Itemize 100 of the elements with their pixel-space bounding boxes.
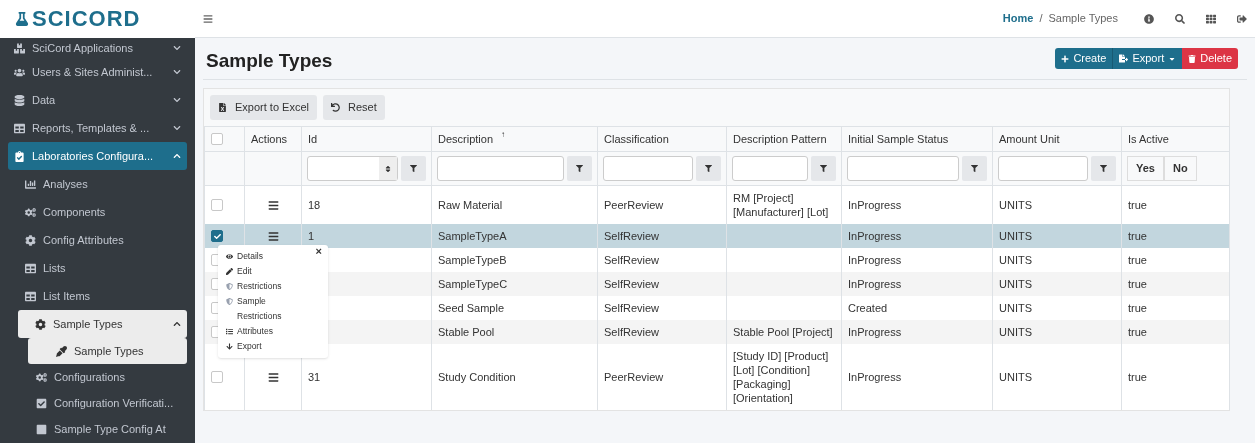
sidebar-item[interactable]: Components bbox=[8, 198, 187, 226]
sidebar-item[interactable]: Laboratories Configura... bbox=[8, 142, 187, 170]
sidebar-item[interactable]: Data bbox=[8, 86, 187, 114]
row-checkbox[interactable] bbox=[211, 230, 223, 242]
check-icon bbox=[213, 232, 221, 240]
table-cell: InProgress bbox=[848, 326, 902, 338]
file-export-icon bbox=[1119, 54, 1129, 63]
table-cell: UNITS bbox=[999, 230, 1032, 242]
column-header[interactable]: Description bbox=[438, 130, 494, 148]
menu-item[interactable]: Sample Restrictions bbox=[226, 294, 312, 324]
breadcrumb-current: Sample Types bbox=[1048, 11, 1118, 27]
eye-icon bbox=[226, 253, 233, 260]
table-icon bbox=[14, 122, 25, 134]
flask-icon bbox=[15, 12, 29, 26]
menu-icon[interactable] bbox=[203, 13, 213, 24]
table-cell: PeerReview bbox=[604, 199, 664, 211]
shield-icon bbox=[226, 298, 233, 305]
sidebar-item[interactable]: Reports, Templates & ... bbox=[8, 114, 187, 142]
sidebar-item[interactable]: Lists bbox=[8, 254, 187, 282]
database-icon bbox=[14, 94, 25, 106]
sidebar-item[interactable]: Users & Sites Administ... bbox=[8, 58, 187, 86]
menu-item[interactable]: Export bbox=[226, 339, 312, 354]
table-icon bbox=[25, 290, 36, 302]
menu-item[interactable]: Attributes bbox=[226, 324, 312, 339]
logo-text: SCICORD bbox=[32, 8, 141, 30]
table-cell: true bbox=[1128, 230, 1147, 242]
chevron-up-icon bbox=[173, 320, 181, 328]
filter-icon bbox=[971, 165, 978, 172]
filter-icon bbox=[705, 165, 712, 172]
chevron-up-icon bbox=[173, 152, 181, 160]
table-cell: true bbox=[1128, 302, 1147, 314]
filter-button[interactable] bbox=[401, 156, 426, 181]
filter-toggle-button[interactable]: Yes bbox=[1127, 156, 1164, 181]
gear-icon bbox=[25, 234, 36, 246]
sidebar-item[interactable]: Config Attributes bbox=[8, 226, 187, 254]
table-cell: UNITS bbox=[999, 326, 1032, 338]
column-header[interactable]: Id bbox=[308, 130, 318, 148]
filter-button[interactable] bbox=[1091, 156, 1116, 181]
filter-toggle-button[interactable]: No bbox=[1163, 156, 1197, 181]
row-checkbox[interactable] bbox=[211, 133, 223, 145]
actions-menu-icon[interactable] bbox=[267, 230, 279, 242]
sidebar-item[interactable]: List Items bbox=[8, 282, 187, 310]
excel-file-icon bbox=[218, 103, 227, 112]
table-cell: SampleTypeA bbox=[438, 230, 507, 242]
breadcrumb-link[interactable]: Home bbox=[1002, 10, 1034, 27]
filter-input-field[interactable] bbox=[603, 156, 693, 181]
sidebar-item[interactable]: Configurations bbox=[8, 364, 187, 390]
filter-input-field[interactable] bbox=[437, 156, 564, 181]
close-button[interactable]: × bbox=[315, 246, 322, 257]
chevron-down-icon bbox=[173, 68, 181, 76]
table-cell: true bbox=[1128, 254, 1147, 266]
reset-button[interactable]: Reset bbox=[323, 95, 385, 120]
create-button[interactable]: Create bbox=[1055, 48, 1114, 69]
export-excel-button[interactable]: Export to Excel bbox=[210, 95, 317, 120]
table-cell: PeerReview bbox=[604, 371, 664, 383]
number-input-field[interactable] bbox=[307, 156, 398, 181]
row-checkbox[interactable] bbox=[211, 371, 223, 383]
sidebar-item[interactable]: Sample Type Config At bbox=[8, 416, 187, 442]
row-checkbox[interactable] bbox=[211, 199, 223, 211]
filter-icon bbox=[1100, 165, 1107, 172]
table-cell: true bbox=[1128, 278, 1147, 290]
export-dropdown-button[interactable]: Export bbox=[1113, 48, 1183, 69]
filter-button[interactable] bbox=[811, 156, 836, 181]
sort-arrow: ↑ bbox=[501, 130, 506, 139]
delete-button[interactable]: Delete bbox=[1182, 48, 1238, 69]
menu-item[interactable]: Restrictions bbox=[226, 279, 312, 294]
menu-item[interactable]: Edit bbox=[226, 264, 312, 279]
sidebar-item[interactable]: Sample Types bbox=[28, 338, 187, 364]
filter-icon bbox=[410, 165, 417, 172]
info-icon[interactable] bbox=[1144, 13, 1154, 24]
table-cell: SelfReview bbox=[604, 326, 660, 338]
chevron-down-icon bbox=[173, 96, 181, 104]
shield-icon bbox=[226, 283, 233, 290]
table-cell: UNITS bbox=[999, 199, 1032, 211]
filter-button[interactable] bbox=[696, 156, 721, 181]
table-cell: InProgress bbox=[848, 278, 902, 290]
filter-button[interactable] bbox=[962, 156, 987, 181]
sidebar-item[interactable]: SciCord Applications bbox=[8, 38, 187, 58]
filter-input-field[interactable] bbox=[998, 156, 1088, 181]
actions-menu-icon[interactable] bbox=[267, 199, 279, 211]
table-cell: InProgress bbox=[848, 230, 902, 242]
sidebar-item[interactable]: Sample Types bbox=[18, 310, 187, 338]
filter-input-field[interactable] bbox=[732, 156, 808, 181]
table-cell: true bbox=[1128, 371, 1147, 383]
filter-button[interactable] bbox=[567, 156, 592, 181]
table-cell: SampleTypeC bbox=[438, 278, 508, 290]
grid-icon[interactable] bbox=[1206, 13, 1216, 24]
sidebar-item[interactable]: Configuration Verificati... bbox=[8, 390, 187, 416]
filter-input-field[interactable] bbox=[847, 156, 959, 181]
actions-menu-icon[interactable] bbox=[267, 371, 279, 383]
menu-item[interactable]: Details bbox=[226, 249, 312, 264]
list-icon bbox=[226, 328, 233, 335]
table-cell: Stable Pool [Project] bbox=[733, 326, 833, 338]
sign-out-icon[interactable] bbox=[1237, 13, 1247, 24]
table-cell: SelfReview bbox=[604, 230, 660, 242]
table-cell: InProgress bbox=[848, 371, 902, 383]
search-icon[interactable] bbox=[1175, 13, 1185, 24]
table-cell: UNITS bbox=[999, 302, 1032, 314]
sidebar-item[interactable]: Analyses bbox=[8, 170, 187, 198]
table-cell: Raw Material bbox=[438, 199, 503, 211]
